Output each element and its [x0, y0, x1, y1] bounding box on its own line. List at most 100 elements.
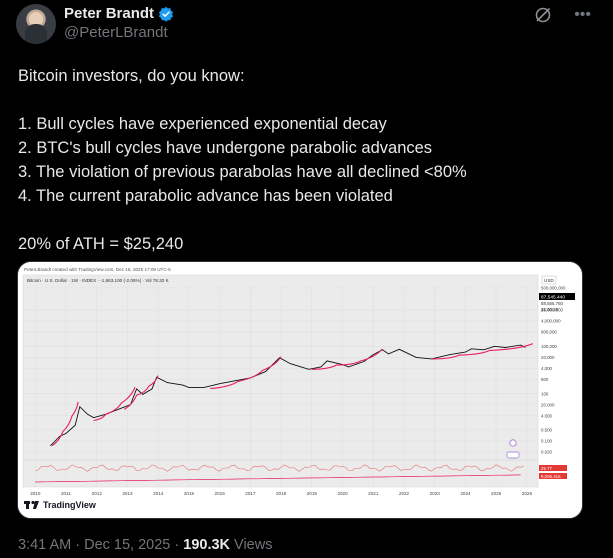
y-tick-label: 20,000	[541, 355, 555, 360]
price-sub-text: 88,565.750	[541, 301, 564, 306]
x-tick-label: 2011	[61, 491, 71, 496]
tradingview-brand: TradingView	[43, 500, 97, 510]
tweet-line: 3. The violation of previous parabolas h…	[18, 163, 467, 181]
x-tick-label: 2022	[399, 491, 410, 496]
price-point	[471, 348, 472, 350]
x-tick-label: 2014	[153, 491, 164, 496]
verified-badge-icon	[158, 6, 174, 22]
price-point	[348, 366, 349, 368]
x-tick-label: 2016	[215, 491, 226, 496]
x-tick-label: 2020	[337, 491, 348, 496]
x-tick-label: 2026	[522, 491, 533, 496]
price-point	[74, 424, 76, 426]
price-point	[363, 361, 365, 362]
tweet-actions-top: •••	[534, 6, 591, 24]
y-tick-label: 4.000	[541, 413, 553, 418]
y-tick-label: 0.020	[541, 450, 553, 455]
y-tick-label: 100,000	[541, 344, 557, 349]
x-tick-label: 2017	[245, 491, 256, 496]
time-badge-text: 21:50:49	[541, 307, 559, 312]
price-point	[79, 406, 81, 408]
view-count: 190.3K	[183, 537, 231, 553]
x-tick-label: 2021	[368, 491, 379, 496]
price-point	[166, 382, 168, 383]
price-point	[203, 387, 205, 388]
price-point	[326, 360, 328, 362]
price-point	[50, 445, 51, 447]
tweet-line	[18, 88, 598, 112]
x-tick-label: 2023	[430, 491, 441, 496]
avatar[interactable]	[16, 4, 56, 44]
x-tick-label: 2019	[307, 491, 318, 496]
price-point	[120, 407, 122, 409]
x-tick-label: 2025	[491, 491, 502, 496]
y-tick-label: 20.000	[541, 402, 555, 407]
price-point	[289, 363, 291, 364]
currency-label: USD	[544, 278, 554, 283]
price-point	[504, 347, 506, 348]
more-dots-icon[interactable]: •••	[574, 7, 591, 23]
tweet-line	[18, 208, 598, 232]
chart-image-card[interactable]: PeterLBrandt created with TradingView.co…	[17, 261, 583, 519]
price-point	[219, 383, 220, 385]
x-tick-label: 2013	[122, 491, 133, 496]
price-point	[188, 387, 190, 388]
price-point	[65, 433, 67, 434]
price-point	[464, 351, 466, 353]
price-point	[265, 371, 266, 372]
x-tick-label: 2010	[30, 491, 41, 496]
y-tick-label: 0.500	[541, 428, 553, 433]
x-tick-label: 2018	[276, 491, 287, 496]
y-tick-label: 800,000	[541, 330, 557, 335]
price-point	[234, 380, 236, 382]
chart-symbol-line: Bitcoin · U.S. Dollar · 1W · INDEX · -1,…	[27, 278, 170, 283]
views-label: Views	[234, 537, 273, 553]
price-point	[151, 388, 153, 390]
price-point	[483, 349, 485, 351]
y-tick-label: 4,000,000	[541, 319, 561, 324]
price-point	[449, 354, 451, 355]
price-point	[136, 388, 137, 390]
tweet-line: 2. BTC's bull cycles have undergone para…	[18, 139, 433, 157]
author-display-name[interactable]: Peter Brandt	[64, 5, 154, 22]
alert-icon[interactable]	[506, 451, 520, 459]
osc-badge-1-text: 25.77	[541, 466, 553, 471]
plot-area	[22, 274, 539, 488]
price-point	[93, 417, 94, 419]
tweet-timestamp[interactable]: 3:41 AM	[18, 537, 71, 553]
x-tick-label: 2015	[184, 491, 195, 496]
tweet-meta: 3:41 AM · Dec 15, 2025 · 190.3K Views	[18, 537, 272, 553]
price-badge-text: 87,545.440	[541, 295, 565, 301]
x-tick-label: 2024	[460, 491, 471, 496]
tweet-date[interactable]: Dec 15, 2025	[84, 537, 170, 553]
tweet-text: Bitcoin investors, do you know: 1. Bull …	[18, 64, 598, 256]
grok-slash-icon[interactable]	[534, 6, 552, 24]
tweet-line: 4. The current parabolic advance has bee…	[18, 187, 393, 205]
tweet-line: Bitcoin investors, do you know:	[18, 67, 245, 85]
y-tick-label: 4,000	[541, 366, 553, 371]
price-point	[87, 413, 88, 415]
y-tick-label: 100	[541, 391, 549, 396]
replay-icon[interactable]	[509, 439, 517, 447]
price-point	[494, 345, 495, 347]
price-point	[182, 384, 184, 386]
price-point	[524, 346, 526, 348]
separator: ·	[75, 537, 85, 553]
author-handle[interactable]: @PeterLBrandt	[64, 24, 168, 41]
price-point	[398, 348, 400, 350]
y-tick-label: 0.100	[541, 439, 553, 444]
price-point	[372, 354, 374, 355]
price-point	[415, 357, 417, 358]
price-point	[520, 344, 521, 346]
price-point	[308, 368, 310, 370]
y-tick-label: 500,000,000	[541, 286, 566, 291]
tweet-line: 1. Bull cycles have experienced exponent…	[18, 115, 387, 133]
y-tick-label: 800	[541, 377, 549, 382]
price-point	[388, 353, 389, 355]
bitcoin-chart: PeterLBrandt created with TradingView.co…	[18, 262, 582, 518]
price-point	[320, 366, 322, 368]
osc-badge-2-text: 9,006.415	[541, 474, 561, 479]
x-tick-label: 2012	[92, 491, 103, 496]
separator: ·	[174, 537, 184, 553]
price-point	[142, 394, 144, 395]
